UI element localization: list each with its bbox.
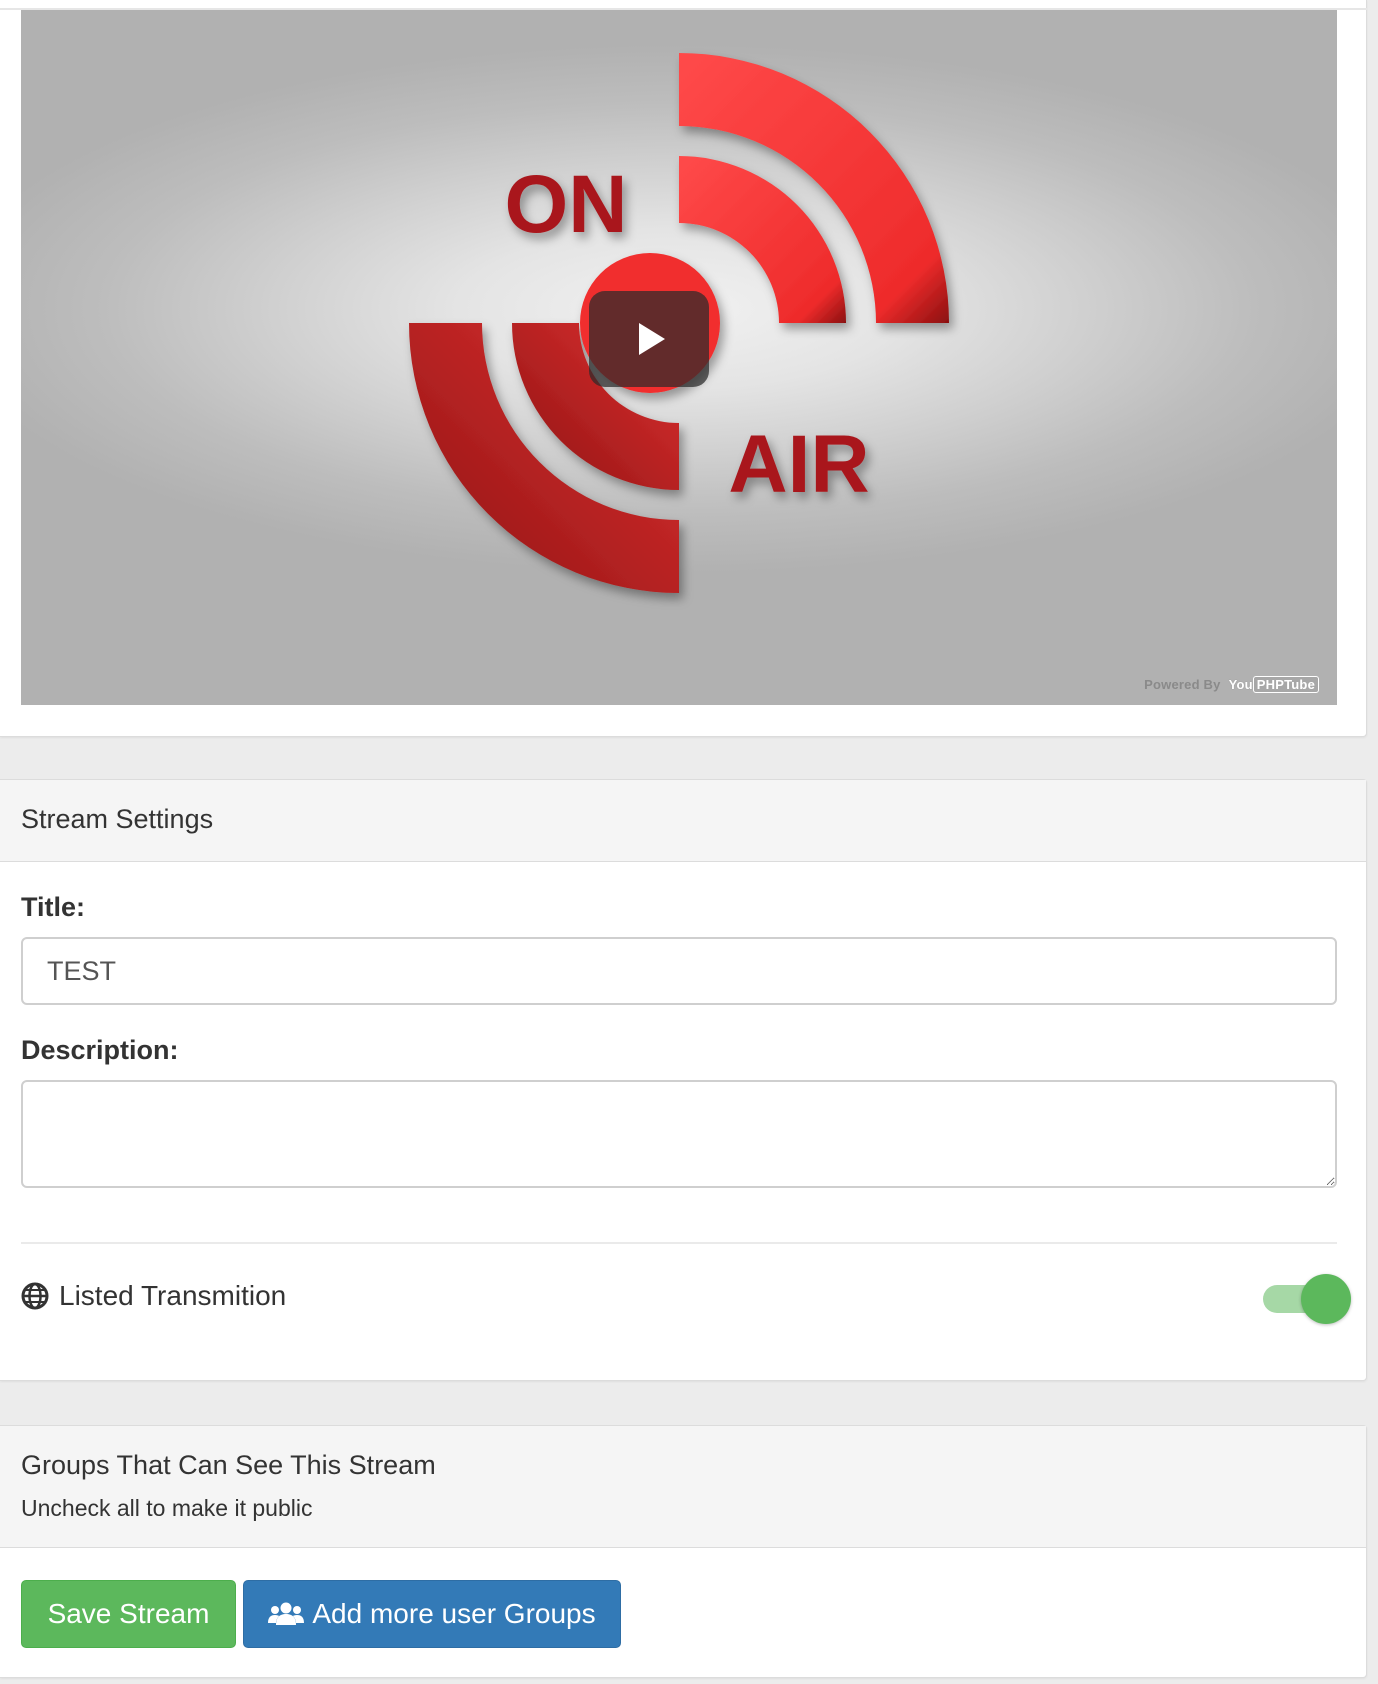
brand-php: PHPTube: [1252, 676, 1319, 693]
groups-panel: Groups That Can See This Stream Uncheck …: [0, 1425, 1367, 1678]
groups-title: Groups That Can See This Stream: [21, 1450, 436, 1480]
powered-by-watermark[interactable]: Powered By You PHPTube: [1144, 676, 1319, 693]
listed-transmition-label-group: Listed Transmition: [21, 1280, 286, 1312]
save-stream-button[interactable]: Save Stream: [21, 1580, 236, 1648]
video-player[interactable]: ON AIR Powered By You PHPTube: [21, 10, 1337, 705]
play-button[interactable]: [589, 291, 709, 387]
title-label: Title:: [21, 892, 86, 922]
brand-you: You: [1228, 677, 1253, 692]
stream-settings-heading: Stream Settings: [0, 780, 1366, 862]
listed-transmition-toggle[interactable]: [1261, 1274, 1351, 1324]
video-panel: ON AIR Powered By You PHPTube: [0, 0, 1367, 737]
on-word: ON: [505, 159, 628, 250]
globe-icon: [21, 1282, 49, 1310]
stream-settings-panel: Stream Settings Title: Description: List…: [0, 779, 1367, 1381]
users-icon: [268, 1602, 305, 1625]
play-icon: [639, 323, 665, 355]
groups-subtitle: Uncheck all to make it public: [21, 1495, 313, 1521]
listed-transmition-row: Listed Transmition: [21, 1268, 1351, 1328]
air-word: AIR: [728, 419, 869, 510]
title-input[interactable]: [21, 937, 1337, 1005]
toggle-knob[interactable]: [1301, 1274, 1351, 1324]
stream-settings-title: Stream Settings: [21, 804, 214, 834]
listed-transmition-label: Listed Transmition: [59, 1280, 287, 1311]
description-label: Description:: [21, 1035, 179, 1065]
save-stream-label: Save Stream: [47, 1598, 210, 1629]
add-user-groups-button[interactable]: Add more user Groups: [243, 1580, 621, 1648]
add-user-groups-label: Add more user Groups: [312, 1598, 596, 1629]
form-divider: [21, 1242, 1337, 1244]
powered-by-label: Powered By: [1144, 677, 1221, 692]
groups-heading: Groups That Can See This Stream Uncheck …: [0, 1426, 1366, 1548]
description-textarea[interactable]: [21, 1080, 1337, 1188]
